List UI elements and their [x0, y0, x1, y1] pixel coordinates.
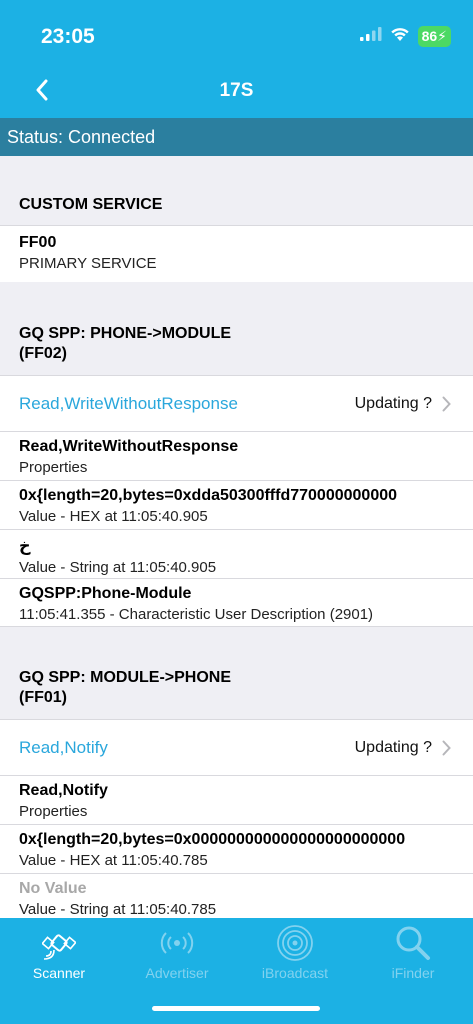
signal-icon	[359, 27, 382, 46]
row-subtitle: Properties	[19, 803, 88, 820]
status-time: 23:05	[41, 25, 95, 48]
hex-value-row[interactable]: 0x{length=20,bytes=0x0000000000000000000…	[0, 824, 473, 873]
service-list[interactable]: CUSTOM SERVICE FF00 PRIMARY SERVICE GQ S…	[0, 156, 473, 918]
tab-label: Advertiser	[145, 965, 209, 981]
tab-label: iBroadcast	[261, 965, 329, 981]
app-header: 23:05 86⚡ 17S	[0, 0, 473, 118]
properties-link-ff02[interactable]: Read,WriteWithoutResponse Updating ?	[0, 375, 473, 431]
properties-link-ff01[interactable]: Read,Notify Updating ?	[0, 719, 473, 775]
page-title: 17S	[219, 80, 254, 101]
scanner-icon	[0, 924, 118, 962]
tab-label: iFinder	[391, 965, 435, 981]
tab-advertiser[interactable]: Advertiser	[118, 918, 236, 994]
characteristic-uuid: (FF01)	[19, 689, 67, 706]
status-icons: 86⚡	[359, 26, 451, 47]
advertiser-icon	[118, 924, 236, 962]
row-title: GQSPP:Phone-Module	[19, 585, 192, 602]
characteristic-name: GQ SPP: PHONE->MODULE	[19, 325, 232, 342]
string-value-row[interactable]: خ Value - String at 11:05:40.905	[0, 529, 473, 578]
service-row[interactable]: FF00 PRIMARY SERVICE	[0, 225, 473, 282]
tab-label: Scanner	[32, 965, 86, 981]
row-subtitle: Value - String at 11:05:40.785	[19, 901, 217, 918]
characteristic-header-ff01: GQ SPP: MODULE->PHONE (FF01)	[0, 668, 473, 708]
characteristic-name: GQ SPP: MODULE->PHONE	[19, 669, 232, 686]
row-title: Read,Notify	[19, 782, 108, 799]
string-value-row[interactable]: No Value Value - String at 11:05:40.785	[0, 873, 473, 918]
properties-row: Read,Notify Properties	[0, 775, 473, 824]
ibroadcast-icon	[236, 924, 354, 962]
home-indicator	[152, 1006, 320, 1011]
connection-status: Status: Connected	[0, 118, 473, 156]
properties-label: Read,WriteWithoutResponse	[19, 393, 238, 413]
row-title: 0x{length=20,bytes=0xdda50300fffd7700000…	[19, 487, 398, 504]
chevron-right-icon	[442, 396, 451, 412]
battery-level: 86	[421, 28, 438, 44]
service-type: PRIMARY SERVICE	[19, 255, 157, 272]
service-uuid: FF00	[19, 234, 57, 251]
row-title: خ	[19, 538, 31, 555]
row-subtitle: 11:05:41.355 - Characteristic User Descr…	[19, 606, 374, 623]
ifinder-icon	[354, 924, 472, 962]
wifi-icon	[390, 27, 410, 47]
row-subtitle: Value - HEX at 11:05:40.785	[19, 852, 208, 869]
characteristic-uuid: (FF02)	[19, 345, 67, 362]
properties-row: Read,WriteWithoutResponse Properties	[0, 431, 473, 480]
properties-label: Read,Notify	[19, 737, 108, 757]
updating-label: Updating ?	[354, 394, 432, 412]
row-subtitle: Value - String at 11:05:40.905	[19, 559, 217, 576]
battery-icon: 86⚡	[417, 26, 451, 47]
section-header-custom-service: CUSTOM SERVICE	[19, 196, 163, 213]
row-subtitle: Value - HEX at 11:05:40.905	[19, 508, 208, 525]
tab-scanner[interactable]: Scanner	[0, 918, 118, 994]
row-subtitle: Properties	[19, 459, 88, 476]
characteristic-header-ff02: GQ SPP: PHONE->MODULE (FF02)	[0, 324, 473, 364]
hex-value-row[interactable]: 0x{length=20,bytes=0xdda50300fffd7700000…	[0, 480, 473, 529]
row-title: Read,WriteWithoutResponse	[19, 438, 239, 455]
row-title: No Value	[19, 880, 87, 897]
tab-ibroadcast[interactable]: iBroadcast	[236, 918, 354, 994]
updating-label: Updating ?	[354, 738, 432, 756]
chevron-right-icon	[442, 740, 451, 756]
row-title: 0x{length=20,bytes=0x0000000000000000000…	[19, 831, 406, 848]
descriptor-row[interactable]: GQSPP:Phone-Module 11:05:41.355 - Charac…	[0, 578, 473, 627]
tab-ifinder[interactable]: iFinder	[354, 918, 472, 994]
